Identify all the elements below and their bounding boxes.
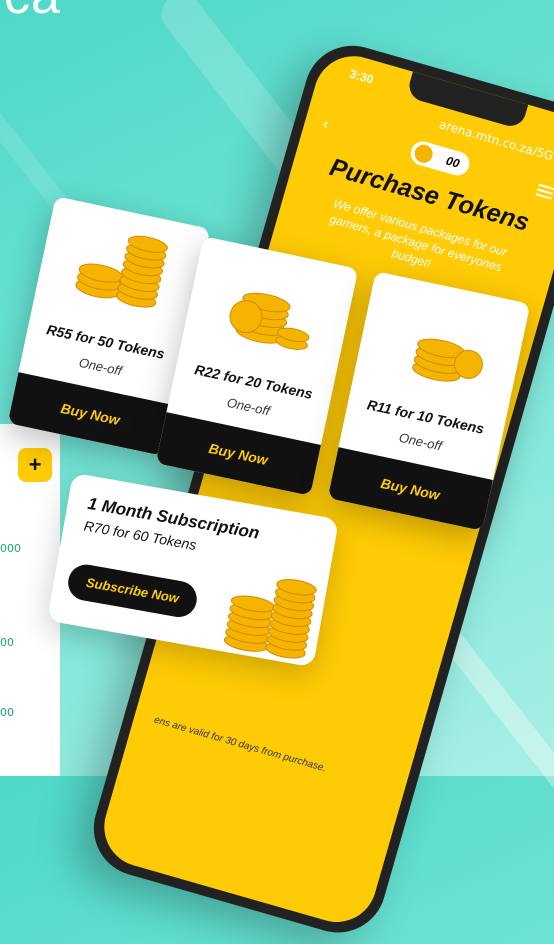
hamburger-menu-icon[interactable] <box>535 181 554 203</box>
subscribe-now-button[interactable]: Subscribe Now <box>65 561 200 620</box>
coin-stack-icon <box>412 338 483 382</box>
back-arrow-icon[interactable]: ‹ <box>321 115 331 134</box>
token-balance-value: 00 <box>444 153 462 171</box>
coin-stack-icon <box>223 579 317 659</box>
coin-stack-icon <box>75 235 168 308</box>
coin-stack-icon <box>229 292 310 350</box>
phone-notch <box>405 71 529 130</box>
validity-footnote: ens are valid for 30 days from purchase. <box>152 714 328 775</box>
token-balance-badge: 00 <box>407 138 473 179</box>
status-time: 3:30 <box>348 66 376 87</box>
coin-icon <box>412 142 435 165</box>
